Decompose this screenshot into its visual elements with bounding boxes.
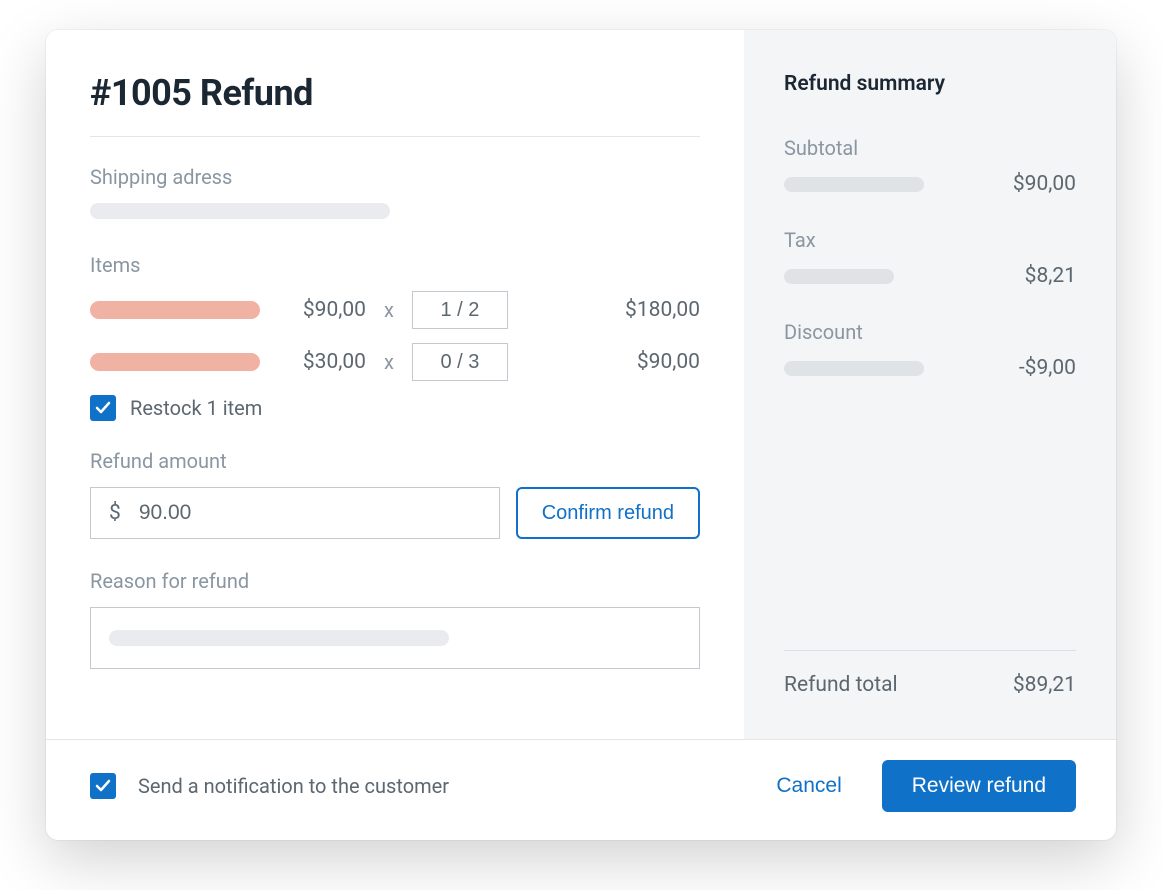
confirm-refund-button[interactable]: Confirm refund (516, 487, 700, 539)
multiply-icon: x (384, 298, 394, 322)
shipping-address-placeholder (90, 203, 390, 219)
summary-sidebar: Refund summary Subtotal $90,00 Tax $8,21… (744, 30, 1116, 739)
tax-placeholder (784, 269, 894, 284)
refund-amount-input[interactable] (139, 501, 481, 525)
item-row: $90,00 x $180,00 (90, 291, 700, 329)
item-row: $30,00 x $90,00 (90, 343, 700, 381)
tax-label: Tax (784, 228, 1076, 252)
items-section: Items $90,00 x $180,00 $30,00 x $90,00 (90, 253, 700, 421)
reason-placeholder (109, 630, 449, 646)
summary-subtotal-row: Subtotal $90,00 (784, 136, 1076, 196)
item-qty-input[interactable] (412, 343, 508, 381)
summary-tax-row: Tax $8,21 (784, 228, 1076, 288)
subtotal-value: $90,00 (1013, 172, 1076, 196)
page-title: #1005 Refund (90, 72, 700, 114)
check-icon (95, 778, 111, 794)
main-panel: #1005 Refund Shipping adress Items $90,0… (46, 30, 744, 739)
restock-checkbox[interactable] (90, 395, 116, 421)
discount-placeholder (784, 361, 924, 376)
summary-divider (784, 650, 1076, 651)
divider-top (90, 136, 700, 137)
tax-value: $8,21 (1025, 264, 1076, 288)
items-label: Items (90, 253, 700, 277)
review-refund-button[interactable]: Review refund (882, 760, 1076, 812)
notify-label: Send a notification to the customer (138, 774, 449, 798)
notify-checkbox[interactable] (90, 773, 116, 799)
item-line-total: $90,00 (524, 350, 700, 374)
reason-input[interactable] (90, 607, 700, 669)
discount-label: Discount (784, 320, 1076, 344)
subtotal-label: Subtotal (784, 136, 1076, 160)
item-qty-input[interactable] (412, 291, 508, 329)
reason-section: Reason for refund (90, 569, 700, 669)
summary-discount-row: Discount -$9,00 (784, 320, 1076, 380)
subtotal-placeholder (784, 177, 924, 192)
refund-amount-input-wrap[interactable]: $ (90, 487, 500, 539)
multiply-icon: x (384, 350, 394, 374)
item-unit-price: $90,00 (276, 298, 366, 322)
refund-total-value: $89,21 (1013, 673, 1076, 697)
modal-footer: Send a notification to the customer Canc… (46, 739, 1116, 840)
summary-title: Refund summary (784, 72, 1076, 96)
check-icon (95, 400, 111, 416)
item-unit-price: $30,00 (276, 350, 366, 374)
modal-content: #1005 Refund Shipping adress Items $90,0… (46, 30, 1116, 739)
restock-label: Restock 1 item (130, 396, 262, 420)
refund-modal: #1005 Refund Shipping adress Items $90,0… (46, 30, 1116, 840)
refund-total-label: Refund total (784, 673, 898, 697)
currency-prefix: $ (109, 501, 121, 525)
item-name-placeholder (90, 301, 260, 319)
restock-row: Restock 1 item (90, 395, 700, 421)
shipping-label: Shipping adress (90, 165, 700, 189)
refund-amount-row: $ Confirm refund (90, 487, 700, 539)
shipping-section: Shipping adress (90, 165, 700, 219)
cancel-button[interactable]: Cancel (758, 764, 859, 808)
discount-value: -$9,00 (1019, 356, 1076, 380)
refund-total-row: Refund total $89,21 (784, 673, 1076, 697)
refund-amount-section: Refund amount $ Confirm refund (90, 449, 700, 539)
reason-label: Reason for refund (90, 569, 700, 593)
refund-amount-label: Refund amount (90, 449, 700, 473)
item-line-total: $180,00 (524, 298, 700, 322)
item-name-placeholder (90, 353, 260, 371)
